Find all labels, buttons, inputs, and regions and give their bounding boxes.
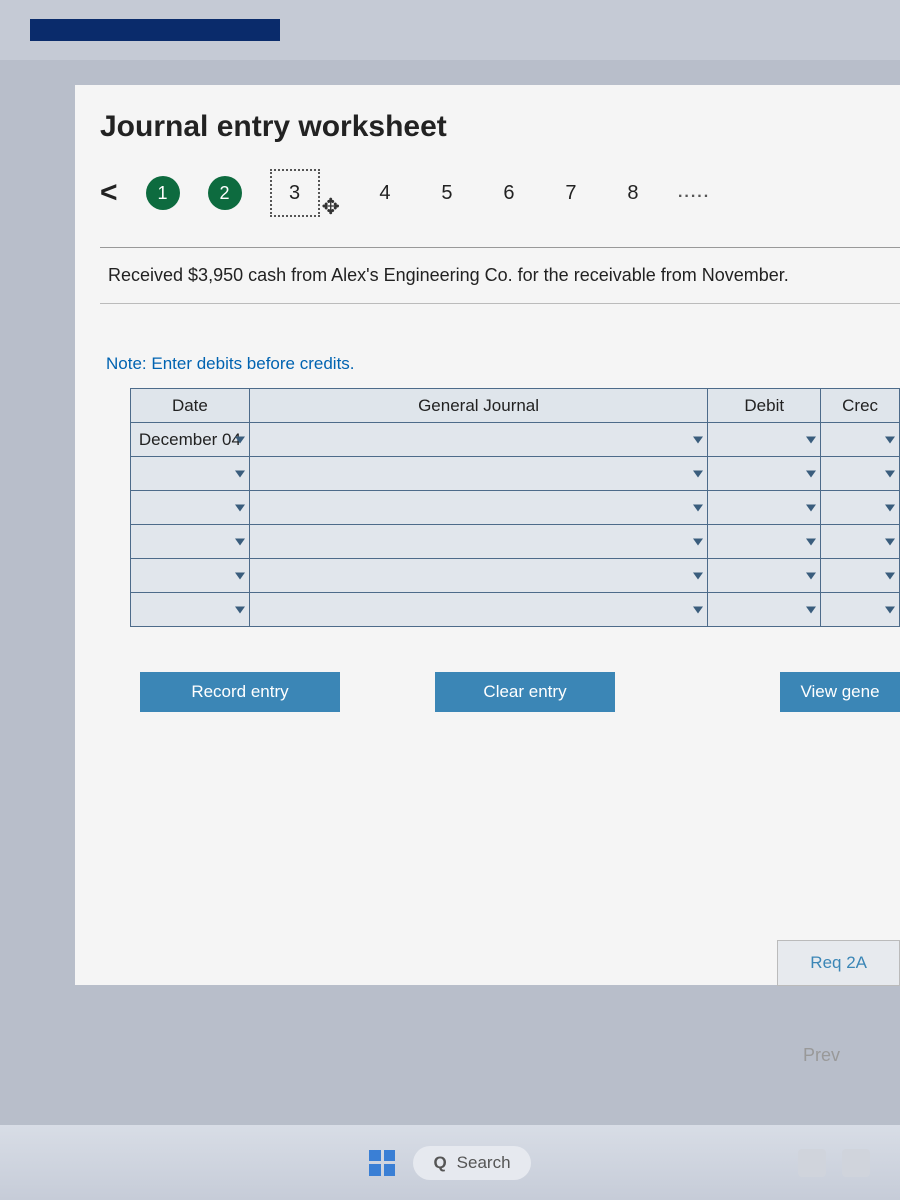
dropdown-arrow-icon (693, 436, 703, 443)
dropdown-arrow-icon (806, 436, 816, 443)
account-cell[interactable] (249, 491, 707, 525)
table-row (131, 491, 900, 525)
dropdown-arrow-icon (885, 436, 895, 443)
browser-tab-strip (0, 0, 900, 60)
dropdown-arrow-icon (806, 470, 816, 477)
dropdown-arrow-icon (693, 504, 703, 511)
taskbar-tray (798, 1149, 870, 1177)
debit-cell[interactable] (708, 559, 821, 593)
dropdown-arrow-icon (806, 572, 816, 579)
col-header-date: Date (131, 389, 250, 423)
debit-cell[interactable] (708, 491, 821, 525)
debit-cell[interactable] (708, 423, 821, 457)
dropdown-arrow-icon (235, 436, 245, 443)
step-1[interactable]: 1 (146, 176, 180, 210)
taskbar-app-2[interactable] (842, 1149, 870, 1177)
col-header-debit: Debit (708, 389, 821, 423)
view-general-button[interactable]: View gene (780, 672, 900, 712)
record-entry-button[interactable]: Record entry (140, 672, 340, 712)
clear-entry-button[interactable]: Clear entry (435, 672, 615, 712)
account-cell[interactable] (249, 593, 707, 627)
step-8[interactable]: 8 (616, 176, 650, 210)
debit-cell[interactable] (708, 525, 821, 559)
account-cell[interactable] (249, 423, 707, 457)
windows-taskbar: Q Search (0, 1125, 900, 1200)
button-row: Record entry Clear entry View gene (140, 672, 900, 712)
account-cell[interactable] (249, 525, 707, 559)
dropdown-arrow-icon (693, 470, 703, 477)
dropdown-arrow-icon (885, 538, 895, 545)
dropdown-arrow-icon (885, 606, 895, 613)
credit-cell[interactable] (821, 593, 900, 627)
date-cell[interactable] (131, 559, 250, 593)
dropdown-arrow-icon (235, 504, 245, 511)
debit-cell[interactable] (708, 457, 821, 491)
search-placeholder: Search (457, 1153, 511, 1173)
step-5[interactable]: 5 (430, 176, 464, 210)
prev-label[interactable]: Prev (803, 1045, 840, 1066)
step-7[interactable]: 7 (554, 176, 588, 210)
dropdown-arrow-icon (235, 606, 245, 613)
start-icon[interactable] (369, 1150, 395, 1176)
table-row (131, 525, 900, 559)
dropdown-arrow-icon (235, 572, 245, 579)
step-3-current[interactable]: 3 (270, 169, 320, 217)
dropdown-arrow-icon (885, 470, 895, 477)
table-row (131, 457, 900, 491)
req-2a-button[interactable]: Req 2A (777, 940, 900, 986)
date-cell[interactable] (131, 491, 250, 525)
credit-cell[interactable] (821, 525, 900, 559)
step-6[interactable]: 6 (492, 176, 526, 210)
chevron-left-icon[interactable]: < (100, 176, 118, 210)
dropdown-arrow-icon (806, 538, 816, 545)
journal-stepper: < 1 2 3 ✥ 4 5 6 7 8 ..... (100, 169, 900, 217)
table-row (131, 593, 900, 627)
col-header-credit: Crec (821, 389, 900, 423)
taskbar-search[interactable]: Q Search (413, 1146, 530, 1180)
worksheet-panel: Journal entry worksheet < 1 2 3 ✥ 4 5 6 … (75, 85, 900, 985)
credit-cell[interactable] (821, 491, 900, 525)
credit-cell[interactable] (821, 457, 900, 491)
date-cell[interactable] (131, 525, 250, 559)
debit-cell[interactable] (708, 593, 821, 627)
dropdown-arrow-icon (693, 538, 703, 545)
note-text: Note: Enter debits before credits. (106, 354, 900, 374)
taskbar-app-1[interactable] (798, 1149, 826, 1177)
journal-table: Date General Journal Debit Crec December… (130, 388, 900, 627)
date-cell[interactable]: December 04 (131, 423, 250, 457)
table-row: December 04 (131, 423, 900, 457)
step-2[interactable]: 2 (208, 176, 242, 210)
dropdown-arrow-icon (885, 572, 895, 579)
cursor-icon: ✥ (322, 194, 340, 220)
active-tab-indicator (30, 19, 280, 41)
dropdown-arrow-icon (806, 606, 816, 613)
search-icon: Q (433, 1153, 446, 1173)
table-row (131, 559, 900, 593)
dropdown-arrow-icon (235, 538, 245, 545)
dropdown-arrow-icon (693, 606, 703, 613)
step-more[interactable]: ..... (678, 184, 710, 202)
account-cell[interactable] (249, 559, 707, 593)
dropdown-arrow-icon (693, 572, 703, 579)
dropdown-arrow-icon (885, 504, 895, 511)
col-header-general-journal: General Journal (249, 389, 707, 423)
credit-cell[interactable] (821, 559, 900, 593)
account-cell[interactable] (249, 457, 707, 491)
date-cell[interactable] (131, 593, 250, 627)
transaction-prompt: Received $3,950 cash from Alex's Enginee… (100, 247, 900, 304)
dropdown-arrow-icon (806, 504, 816, 511)
step-4[interactable]: 4 (368, 176, 402, 210)
dropdown-arrow-icon (235, 470, 245, 477)
page-title: Journal entry worksheet (100, 110, 900, 144)
date-cell[interactable] (131, 457, 250, 491)
credit-cell[interactable] (821, 423, 900, 457)
